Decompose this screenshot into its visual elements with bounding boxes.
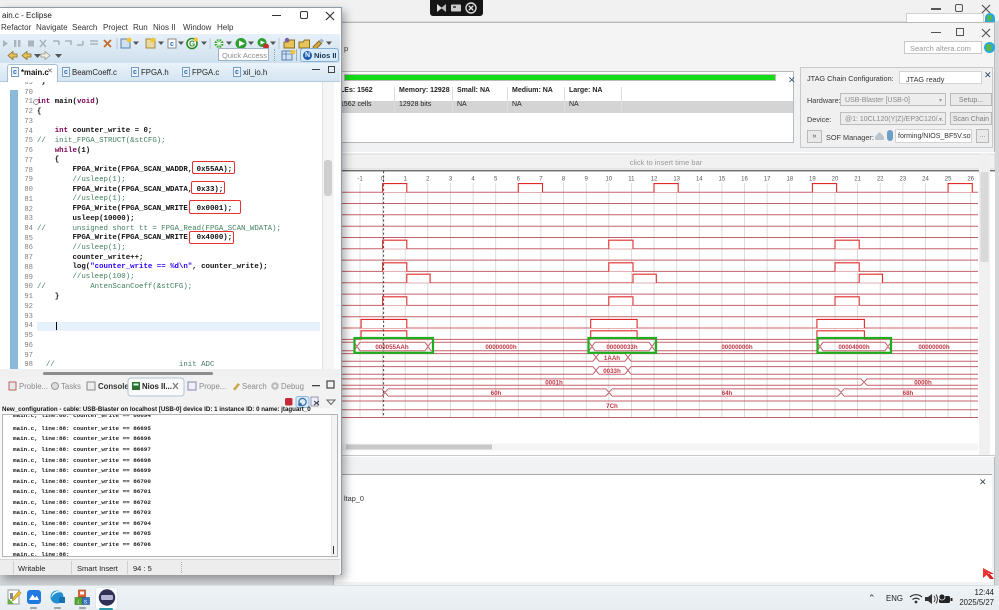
svg-text:00000000h: 00000000h [918,344,950,351]
svg-text:c: c [170,41,174,48]
svg-text:15: 15 [719,177,726,183]
svg-text:14: 14 [696,177,703,183]
svg-text:0000h: 0000h [914,380,932,387]
svg-text:22: 22 [877,177,884,183]
svg-text:24: 24 [922,177,929,183]
svg-text:000055AAh: 000055AAh [375,344,409,351]
svg-text:17: 17 [764,177,771,183]
svg-text:18: 18 [786,177,793,183]
svg-text:00000000h: 00000000h [485,344,517,351]
svg-text:21: 21 [854,177,861,183]
svg-text:0001h: 0001h [545,380,563,387]
svg-text:0033h: 0033h [603,368,621,375]
svg-text:12: 12 [651,177,658,183]
svg-text:13: 13 [673,177,680,183]
svg-text:11: 11 [628,177,635,183]
svg-text:Proble...: Proble... [19,382,48,391]
svg-text:00004000h: 00004000h [838,344,870,351]
svg-text:25: 25 [945,177,952,183]
svg-text:Search: Search [242,382,267,391]
svg-text:00000000h: 00000000h [721,344,753,351]
svg-text:00000033h: 00000033h [606,344,638,351]
svg-text:68h: 68h [903,390,914,397]
svg-text:Tasks: Tasks [61,382,81,391]
svg-text:60h: 60h [491,390,502,397]
svg-text:23: 23 [900,177,907,183]
svg-text:26: 26 [967,177,974,183]
svg-text:click to insert time bar: click to insert time bar [630,158,703,167]
svg-text:10: 10 [605,177,612,183]
svg-text:7Ch: 7Ch [606,403,618,410]
svg-text:Prope...: Prope... [199,382,226,391]
svg-text:↓: ↓ [77,600,80,606]
svg-text:19: 19 [809,177,816,183]
svg-text:Console: Console [98,382,129,391]
svg-text:16: 16 [741,177,748,183]
svg-text:64h: 64h [722,390,733,397]
svg-text:Debug: Debug [281,382,304,391]
svg-text:s: s [84,600,87,606]
svg-text:20: 20 [832,177,839,183]
svg-text:1AAh: 1AAh [604,355,620,362]
svg-text:-1: -1 [357,177,363,183]
svg-text:Nios II...: Nios II... [142,382,172,391]
